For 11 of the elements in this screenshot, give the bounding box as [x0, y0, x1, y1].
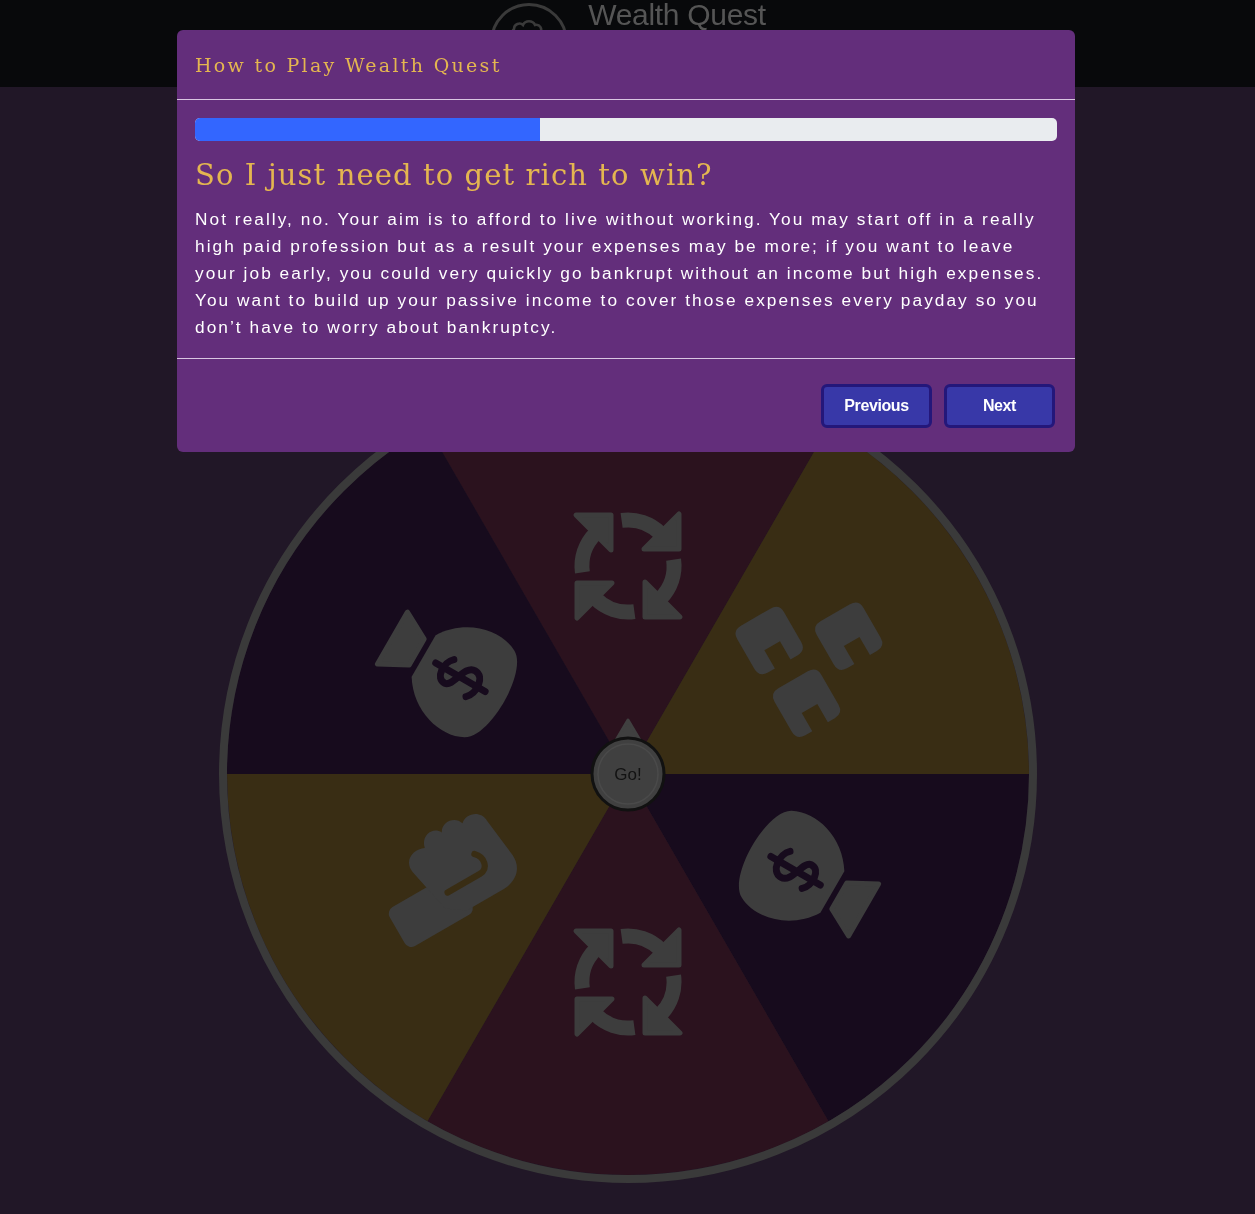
question-heading: So I just need to get rich to win? [195, 157, 714, 193]
blocks-icon [735, 602, 882, 737]
next-button[interactable]: Next [944, 384, 1055, 428]
money-bag-icon [738, 810, 881, 939]
answer-text: Not really, no. Your aim is to afford to live without working. You may start off in a really high paid profession but as a result your expenses may be more; if you want to leave your job early, you could very quickly go bankrupt without an income but high expenses. You want to build up your passive income to cover those expenses every payday so you don’t have to worry about bankruptcy. [195, 208, 1045, 339]
cycle-arrows-icon [573, 511, 682, 621]
app-title: Wealth Quest [588, 1, 766, 29]
modal-title: How to Play Wealth Quest [195, 52, 502, 78]
cycle-arrows-icon [573, 927, 682, 1037]
previous-button[interactable]: Previous [821, 384, 932, 428]
money-bag-icon [374, 609, 517, 738]
